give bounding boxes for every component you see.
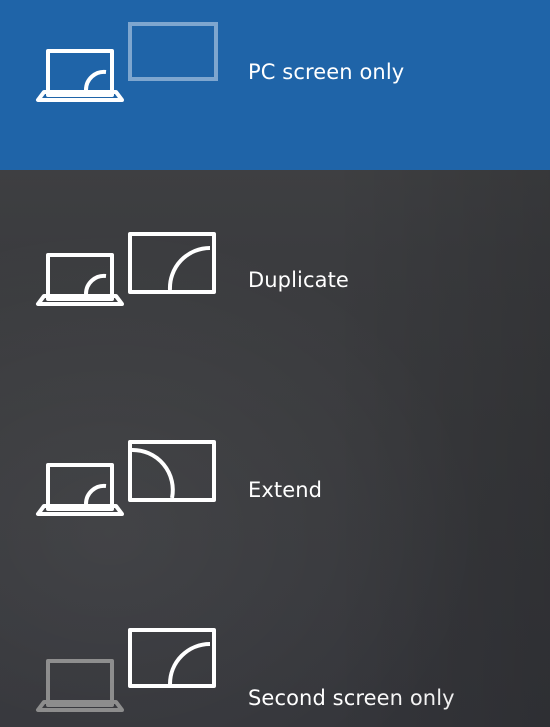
- option-label: Extend: [248, 478, 323, 502]
- option-duplicate[interactable]: Duplicate: [0, 170, 550, 380]
- option-pc-screen-only[interactable]: PC screen only: [0, 0, 550, 170]
- duplicate-icon: [30, 222, 230, 312]
- pc-screen-only-icon: [30, 18, 230, 108]
- option-extend[interactable]: Extend: [0, 380, 550, 590]
- option-second-screen-only[interactable]: Second screen only: [0, 590, 550, 727]
- second-screen-only-icon: [30, 628, 230, 718]
- extend-icon: [30, 432, 230, 522]
- option-label: Duplicate: [248, 268, 349, 292]
- option-label: PC screen only: [248, 60, 405, 84]
- option-label: Second screen only: [248, 686, 455, 710]
- project-menu-panel: PC screen only Duplicate Extend Second s…: [0, 0, 550, 727]
